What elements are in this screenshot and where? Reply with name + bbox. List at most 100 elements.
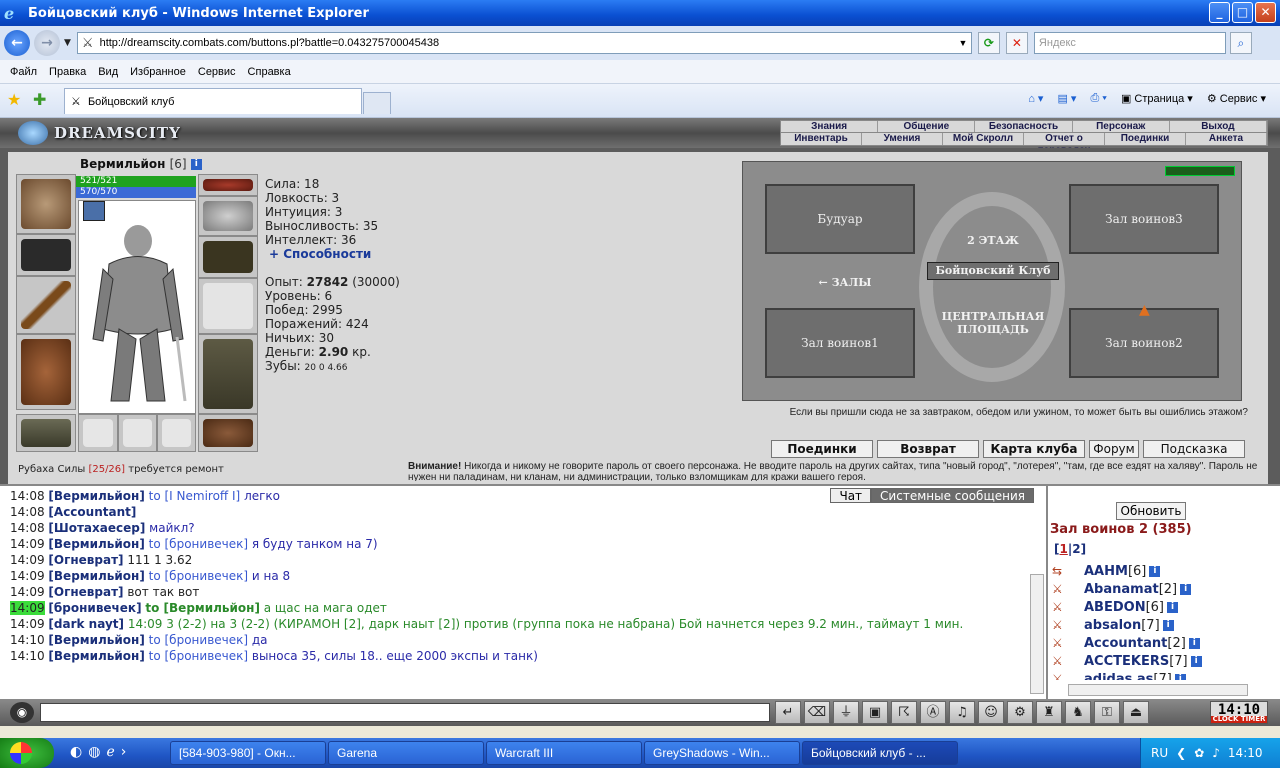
tab-system-messages[interactable]: Системные сообщения — [871, 488, 1034, 503]
chat-time[interactable]: 14:09 — [10, 537, 45, 551]
slot-offhand[interactable] — [198, 278, 258, 334]
send-icon[interactable]: ↵ — [775, 701, 801, 724]
slot-ring-3[interactable] — [157, 414, 196, 452]
player-name[interactable]: Abanamat — [1084, 582, 1159, 597]
nav-exit[interactable]: Выход — [1170, 121, 1268, 132]
bag-icon[interactable]: ♜ — [1036, 701, 1062, 724]
chat-nick[interactable]: [Вермильйон] — [48, 569, 144, 583]
room-warriors-2[interactable]: Зал воинов2 — [1069, 308, 1219, 378]
player-info-icon[interactable]: i — [1162, 619, 1174, 631]
player-info-icon[interactable]: i — [1149, 565, 1161, 577]
chat-nick[interactable]: [Вермильйон] — [48, 537, 144, 551]
player-info-icon[interactable]: i — [1167, 601, 1178, 613]
player-info-icon[interactable]: i — [1188, 637, 1200, 649]
volume-icon[interactable]: ♫ — [949, 701, 975, 724]
slot-bracers[interactable] — [16, 234, 76, 276]
task-fight-club[interactable]: Бойцовский клуб - ... — [802, 741, 958, 765]
task-garena[interactable]: Garena — [328, 741, 484, 765]
tab-chat[interactable]: Чат — [830, 488, 872, 503]
chat-time[interactable]: 14:08 — [10, 505, 45, 519]
back-button[interactable]: ← — [4, 30, 30, 56]
tray-network-icon[interactable]: ✿ — [1194, 746, 1204, 760]
tray-arrow-icon[interactable]: ❮ — [1176, 746, 1186, 760]
nav-my-scroll[interactable]: Мой Скролл — [943, 133, 1024, 145]
chat-nick[interactable]: [бронивечек] — [48, 601, 141, 615]
fight-invite-icon[interactable]: ⇆ — [1052, 564, 1076, 578]
url-dropdown-icon[interactable]: ▼ — [955, 38, 971, 48]
page-menu[interactable]: ▣ Страница ▾ — [1121, 92, 1193, 105]
stop-button[interactable]: ✕ — [1005, 32, 1028, 54]
chat-nick[interactable]: [Вермильйон] — [48, 633, 144, 647]
exit-icon[interactable]: ⏏ — [1123, 701, 1149, 724]
lock-icon[interactable]: ⚿ — [1094, 701, 1120, 724]
filter-icon[interactable]: ⏚ — [833, 701, 859, 724]
nav-transfer-report[interactable]: Отчет о переводах — [1024, 133, 1105, 156]
nav-skills[interactable]: Умения — [862, 133, 943, 145]
nav-security[interactable]: Безопасность — [975, 121, 1073, 132]
slot-pants[interactable] — [198, 334, 258, 414]
chat-recipient[interactable]: to [Вермильйон] — [145, 601, 260, 615]
slot-necklace[interactable] — [16, 174, 76, 234]
menu-file[interactable]: Файл — [10, 66, 37, 78]
chat-time[interactable]: 14:09 — [10, 617, 45, 631]
chat-recipient[interactable]: to [бронивечек] — [149, 633, 248, 647]
slot-belt[interactable] — [16, 414, 76, 452]
room-page-1[interactable]: 1 — [1059, 542, 1067, 556]
chat-mode-icon[interactable]: ◉ — [10, 702, 34, 723]
player-info-icon[interactable]: i — [1174, 673, 1186, 680]
slot-rings[interactable] — [198, 196, 258, 236]
translit-icon[interactable]: Ⓐ — [920, 701, 946, 724]
hint-button[interactable]: Подсказка — [1143, 440, 1245, 458]
minimize-button[interactable]: _ — [1209, 2, 1230, 23]
close-button[interactable]: ✕ — [1255, 2, 1276, 23]
ie-quicklaunch-icon[interactable]: ℯ — [106, 744, 114, 760]
fight-invite-icon[interactable]: ⚔ — [1052, 600, 1076, 614]
chat-recipient[interactable]: to [бронивечек] — [149, 569, 248, 583]
smiley-icon[interactable]: ☺ — [978, 701, 1004, 724]
character-info-icon[interactable]: i — [190, 159, 202, 170]
eraser-icon[interactable]: ⌫ — [804, 701, 830, 724]
nav-fights[interactable]: Поединки — [1105, 133, 1186, 145]
chat-recipient[interactable]: to [бронивечек] — [149, 537, 248, 551]
chat-time[interactable]: 14:09 — [10, 585, 45, 599]
add-favorite-icon[interactable]: ✚ — [33, 90, 46, 109]
chat-nick[interactable]: [Шотахаесер] — [48, 521, 145, 535]
player-info-icon[interactable]: i — [1180, 583, 1192, 595]
chat-nick[interactable]: [Огневрат] — [48, 585, 123, 599]
fight-invite-icon[interactable]: ⚔ — [1052, 654, 1076, 668]
player-name[interactable]: absalon — [1084, 618, 1141, 633]
home-icon[interactable]: ⌂ ▾ — [1028, 92, 1043, 105]
task-icq[interactable]: [584-903-980] - Окн... — [170, 741, 326, 765]
chat-nick[interactable]: [Accountant] — [48, 505, 136, 519]
room-page-2[interactable]: 2 — [1072, 542, 1080, 556]
chat-input[interactable] — [40, 703, 770, 722]
player-name[interactable]: adidas as — [1084, 672, 1153, 681]
tab-active[interactable]: ⚔ Бойцовский клуб — [64, 88, 362, 114]
start-button[interactable] — [0, 738, 54, 768]
player-name[interactable]: AAHM — [1084, 564, 1128, 579]
player-name[interactable]: ACCTEKERS — [1084, 654, 1169, 669]
nav-communication[interactable]: Общение — [878, 121, 976, 132]
nav-profile[interactable]: Анкета — [1186, 133, 1267, 145]
chat-time[interactable]: 14:10 — [10, 633, 45, 647]
slot-earrings[interactable] — [198, 174, 258, 196]
chat-nick[interactable]: [Огневрат] — [48, 553, 123, 567]
feeds-icon[interactable]: ▤ ▾ — [1057, 92, 1076, 105]
slot-weapon[interactable] — [16, 276, 76, 334]
helmet-icon[interactable]: ♞ — [1065, 701, 1091, 724]
map-center-square[interactable]: ЦЕНТРАЛЬНАЯ ПЛОЩАДЬ — [931, 310, 1055, 336]
search-icon[interactable]: ⌕ — [1229, 32, 1252, 54]
fight-invite-icon[interactable]: ⚔ — [1052, 672, 1076, 680]
firefox-icon[interactable]: ◍ — [88, 744, 100, 760]
task-warcraft[interactable]: Warcraft III — [486, 741, 642, 765]
chat-time[interactable]: 14:08 — [10, 521, 45, 535]
chat-nick[interactable]: [dark nayt] — [48, 617, 124, 631]
tools-menu[interactable]: ⚙ Сервис ▾ — [1207, 92, 1266, 105]
maximize-button[interactable]: □ — [1232, 2, 1253, 23]
menu-view[interactable]: Вид — [98, 66, 118, 78]
history-dropdown-icon[interactable]: ▼ — [64, 38, 71, 48]
room-boudoir[interactable]: Будуар — [765, 184, 915, 254]
quicklaunch-more-icon[interactable]: › — [121, 744, 127, 760]
slot-gloves[interactable] — [198, 236, 258, 278]
refresh-button[interactable]: ⟳ — [977, 32, 1000, 54]
